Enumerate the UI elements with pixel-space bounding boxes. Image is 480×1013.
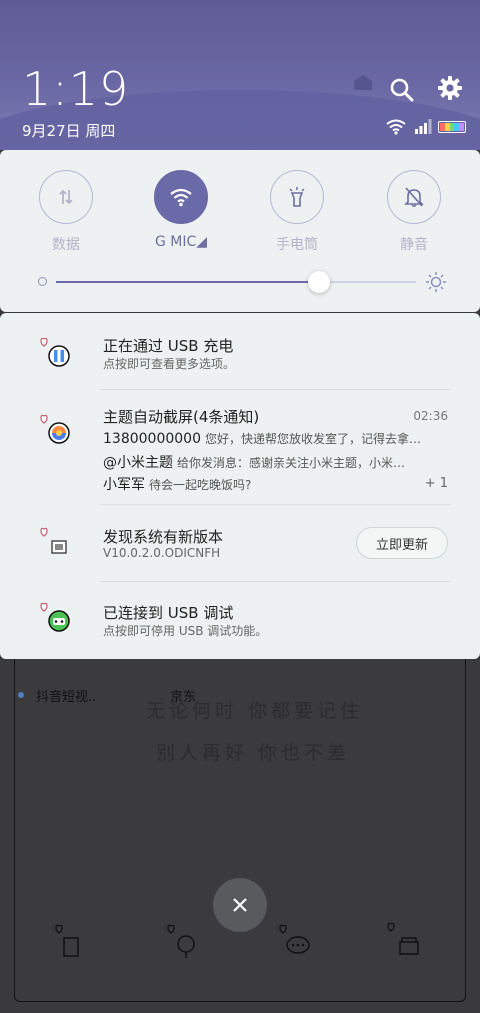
notification-more-count: + 1 [424,476,448,491]
close-recents-button[interactable] [213,878,267,932]
brightness-track[interactable] [56,271,416,293]
brightness-slider[interactable] [38,270,448,294]
close-icon [233,898,247,912]
tile-data[interactable]: 数据 [26,170,106,254]
notification-title: 主题自动截屏(4条通知) [103,408,260,426]
line-text: 给你发消息：感谢亲关注小米主题，小米… [177,456,406,470]
tile-flashlight[interactable]: 手电筒 [257,170,337,254]
signal-icon [415,119,432,134]
notification-usb-charge[interactable]: 正在通过 USB 充电 点按即可查看更多选项。 [0,313,480,389]
status-header: 1:19 9月27日 周四 [0,0,480,150]
battery-icon [438,121,466,133]
tile-flashlight-circle[interactable] [270,170,324,224]
search-icon[interactable] [388,76,416,104]
dock-icon-4[interactable] [384,920,424,960]
notification-subtitle: 点按即可停用 USB 调试功能。 [103,624,268,638]
clock-time: 1:19 [22,62,130,116]
notification-line-3: 小军军 待会一起吃晚饭吗? [103,474,448,494]
brightness-min-icon [38,277,47,286]
notification-title: 已连接到 USB 调试 [103,604,234,622]
bell-off-icon [404,187,424,207]
notification-title: 正在通过 USB 充电 [103,337,234,355]
tile-wifi-circle[interactable] [154,170,208,224]
data-arrows-icon [59,189,73,205]
notification-title: 发现系统有新版本 [103,528,224,546]
line-sender: 小军军 [103,477,145,493]
update-now-button[interactable]: 立即更新 [356,527,448,559]
usb-charge-icon [40,337,70,367]
flashlight-icon [289,187,305,207]
wifi-icon [170,188,192,207]
theme-app-icon [40,414,70,444]
tile-silent-circle[interactable] [387,170,441,224]
line-sender: 13800000000 [103,431,201,447]
tile-flashlight-label: 手电筒 [276,237,318,253]
android-debug-icon [40,602,70,632]
notification-time: 02:36 [413,409,448,423]
tile-silent-label: 静音 [400,237,428,253]
line-sender: @小米主题 [103,455,173,471]
sun-icon [426,272,446,292]
dock-icon-2[interactable] [162,920,202,960]
tile-silent[interactable]: 静音 [374,170,454,254]
line-text: 待会一起吃晚饭吗? [149,478,252,492]
notification-system-update[interactable]: 发现系统有新版本 V10.0.2.0.ODICNFH 立即更新 [0,505,480,581]
notification-line-1: 13800000000 您好，快递帮您放收发室了，记得去拿… [103,430,448,447]
poem-line-2: 别人再好 你也不差 [156,742,351,764]
quick-settings-panel: 数据 G MIC◢ 手电筒 静音 [0,150,480,312]
tile-data-label: 数据 [52,237,80,253]
brightness-thumb[interactable] [308,271,330,293]
dock-icon-3[interactable] [276,920,316,960]
wifi-icon [386,119,406,135]
tile-wifi[interactable]: G MIC◢ [141,170,221,250]
updater-icon [40,527,67,554]
dock-icon-1[interactable] [48,920,88,960]
tile-wifi-label: G MIC◢ [154,234,208,250]
app-dot [18,692,24,698]
bg-app-label-douyin: 抖音短视.. [36,690,97,705]
line-text: 您好，快递帮您放收发室了，记得去拿… [204,432,421,446]
notification-subtitle: 点按即可查看更多选项。 [103,357,236,371]
poem-line-1: 无论何时 你都要记住 [146,700,364,722]
notification-line-2: @小米主题 给你发消息：感谢亲关注小米主题，小米… [103,452,448,472]
notification-theme-group[interactable]: 主题自动截屏(4条通知) 02:36 13800000000 您好，快递帮您放收发… [0,390,480,504]
brightness-fill [56,281,319,283]
notification-subtitle: V10.0.2.0.ODICNFH [103,546,221,560]
gear-icon[interactable] [436,74,464,102]
tile-data-circle[interactable] [39,170,93,224]
notification-usb-debug[interactable]: 已连接到 USB 调试 点按即可停用 USB 调试功能。 [0,582,480,659]
house-decoration [354,75,372,90]
clock-date: 9月27日 周四 [22,122,116,140]
notification-list: 正在通过 USB 充电 点按即可查看更多选项。 主题自动截屏(4条通知) 02:… [0,313,480,659]
